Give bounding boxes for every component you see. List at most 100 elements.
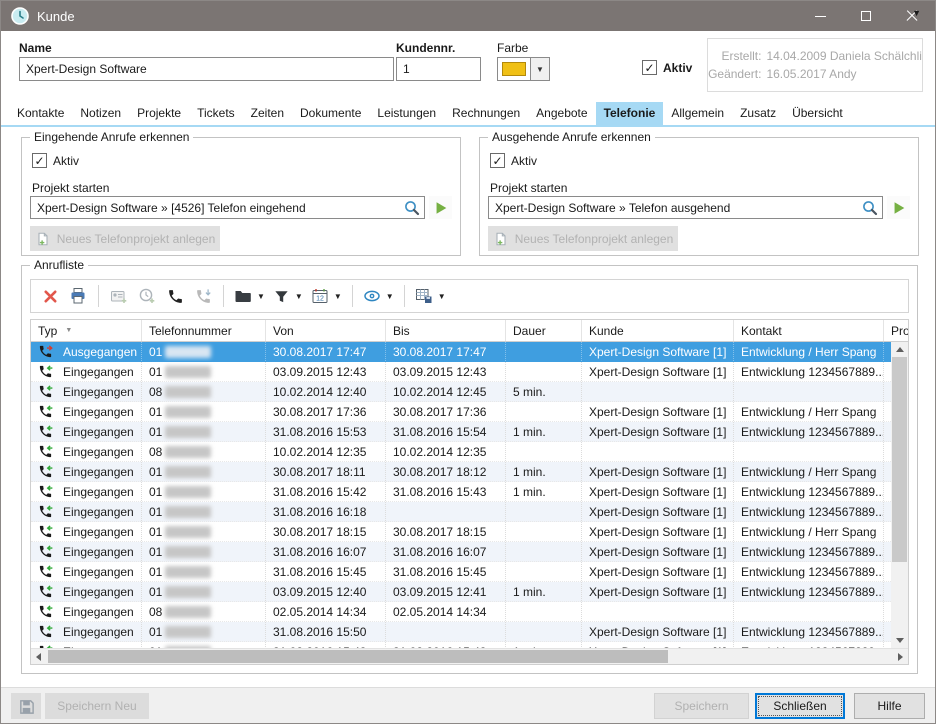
tab-kontakte[interactable]: Kontakte [9,102,72,125]
tab-allgemein[interactable]: Allgemein [663,102,732,125]
table-row[interactable]: Ausgegangen0130.08.2017 17:4730.08.2017 … [31,342,909,362]
vertical-scroll-thumb[interactable] [892,357,907,562]
chevron-down-icon[interactable]: ▼ [438,292,446,301]
vertical-scrollbar[interactable] [891,342,908,648]
scroll-left-icon[interactable] [36,653,41,661]
schliessen-button[interactable]: Schließen [755,693,845,719]
column-header-typ[interactable]: Typ▼ [31,320,142,341]
call-type-label: Eingegangen [63,545,134,559]
scroll-down-icon[interactable] [896,638,904,643]
customer-header: Name Kundennr. Farbe ▼ ✓ Aktiv Erstellt:… [1,31,935,101]
view-icon[interactable]: ▼ [360,283,397,309]
incoming-start-icon[interactable] [429,196,452,219]
name-input[interactable] [19,57,394,81]
sort-indicator-icon[interactable]: ▼ [65,327,72,334]
call-type-label: Eingegangen [63,585,134,599]
outgoing-aktiv-checkbox[interactable]: ✓ [490,153,505,168]
search-icon[interactable] [861,199,879,219]
scroll-right-icon[interactable] [898,653,903,661]
table-row[interactable]: Eingegangen0802.05.2014 14:3402.05.2014 … [31,602,909,622]
chevron-down-icon[interactable]: ▼ [295,292,303,301]
calendar-icon[interactable]: 12▼ [308,283,345,309]
tab-rechnungen[interactable]: Rechnungen [444,102,528,125]
typ-cell: Eingegangen [31,542,142,561]
table-row[interactable]: Eingegangen0131.08.2016 16:0731.08.2016 … [31,542,909,562]
tab-notizen[interactable]: Notizen [72,102,129,125]
call-in-icon [38,464,58,479]
kunde-cell: Xpert-Design Software [1] [582,362,734,381]
outgoing-start-icon[interactable] [887,196,910,219]
column-label: Telefonnummer [149,324,232,338]
table-row[interactable]: Eingegangen0131.08.2016 15:50Xpert-Desig… [31,622,909,642]
kontakt-cell: Entwicklung / Herr Spang [734,342,884,361]
color-swatch-button[interactable] [497,57,531,81]
folder-icon[interactable]: ▼ [231,283,268,309]
tab-angebote[interactable]: Angebote [528,102,595,125]
redacted-phone-number [165,626,211,638]
tab-overflow-icon[interactable]: ▼ [912,8,921,18]
incoming-calls-group: Eingehende Anrufe erkennen ✓ Aktiv Proje… [21,137,461,256]
table-row[interactable]: Eingegangen0130.08.2017 18:1130.08.2017 … [31,462,909,482]
table-row[interactable]: Eingegangen0810.02.2014 12:4010.02.2014 … [31,382,909,402]
incoming-new-project-button[interactable]: Neues Telefonprojekt anlegen [30,226,220,251]
speichern-neu-button[interactable]: Speichern Neu [45,693,149,719]
bis-cell: 10.02.2014 12:35 [386,442,506,461]
tab-zusatz[interactable]: Zusatz [732,102,784,125]
speichern-button[interactable]: Speichern [654,693,749,719]
column-header-kontakt[interactable]: Kontakt [734,320,884,341]
search-icon[interactable] [403,199,421,219]
tab-tickets[interactable]: Tickets [189,102,243,125]
call-icon[interactable] [162,283,188,309]
color-dropdown-button[interactable]: ▼ [531,57,550,81]
print-icon[interactable] [65,283,91,309]
call-list-title: Anrufliste [30,258,88,272]
dauer-cell [506,602,582,621]
table-row[interactable]: Eingegangen0103.09.2015 12:4303.09.2015 … [31,362,909,382]
table-row[interactable]: Eingegangen0810.02.2014 12:3510.02.2014 … [31,442,909,462]
incoming-aktiv-checkbox[interactable]: ✓ [32,153,47,168]
horizontal-scroll-thumb[interactable] [48,650,668,663]
horizontal-scrollbar[interactable] [31,648,908,664]
tab-telefonie[interactable]: Telefonie [596,102,664,125]
delete-icon[interactable] [37,283,63,309]
aktiv-checkbox[interactable]: ✓ [642,60,657,75]
column-header-proje[interactable]: Proje [884,320,909,341]
table-row[interactable]: Eingegangen0131.08.2016 15:4231.08.2016 … [31,482,909,502]
call-type-label: Eingegangen [63,605,134,619]
call-list-toolbar: ▼▼12▼▼▼ [30,279,909,313]
table-row[interactable]: Eingegangen0131.08.2016 15:4531.08.2016 … [31,562,909,582]
chevron-down-icon[interactable]: ▼ [334,292,342,301]
dauer-cell [506,562,582,581]
minimize-icon[interactable] [797,1,843,31]
export-icon[interactable]: ▼ [412,283,449,309]
tab-leistungen[interactable]: Leistungen [369,102,444,125]
filter-icon[interactable]: ▼ [270,283,306,309]
column-header-kunde[interactable]: Kunde [582,320,734,341]
save-disk-button[interactable] [11,693,41,719]
outgoing-projekt-input[interactable]: Xpert-Design Software » Telefon ausgehen… [488,196,883,219]
outgoing-new-project-button[interactable]: Neues Telefonprojekt anlegen [488,226,678,251]
column-header-von[interactable]: Von [266,320,386,341]
table-row[interactable]: Eingegangen0130.08.2017 18:1530.08.2017 … [31,522,909,542]
kunde-window: Kunde Name Kundennr. Farbe ▼ ✓ Aktiv Ers… [0,0,936,724]
column-header-telefonnummer[interactable]: Telefonnummer [142,320,266,341]
chevron-down-icon[interactable]: ▼ [257,292,265,301]
chevron-down-icon[interactable]: ▼ [386,292,394,301]
table-row[interactable]: Eingegangen0131.08.2016 15:5331.08.2016 … [31,422,909,442]
tab-projekte[interactable]: Projekte [129,102,189,125]
hilfe-button[interactable]: Hilfe [854,693,925,719]
tab-übersicht[interactable]: Übersicht [784,102,851,125]
toolbar-separator [352,285,353,307]
incoming-projekt-input[interactable]: Xpert-Design Software » [4526] Telefon e… [30,196,425,219]
tab-zeiten[interactable]: Zeiten [243,102,292,125]
kundennr-input[interactable] [396,57,481,81]
tab-dokumente[interactable]: Dokumente [292,102,369,125]
table-row[interactable]: Eingegangen0131.08.2016 16:18Xpert-Desig… [31,502,909,522]
maximize-icon[interactable] [843,1,889,31]
column-header-bis[interactable]: Bis [386,320,506,341]
table-row[interactable]: Eingegangen0103.09.2015 12:4003.09.2015 … [31,582,909,602]
scroll-up-icon[interactable] [896,347,904,352]
table-row[interactable]: Eingegangen0130.08.2017 17:3630.08.2017 … [31,402,909,422]
telefonnummer-cell: 01 [142,502,266,521]
column-header-dauer[interactable]: Dauer [506,320,582,341]
